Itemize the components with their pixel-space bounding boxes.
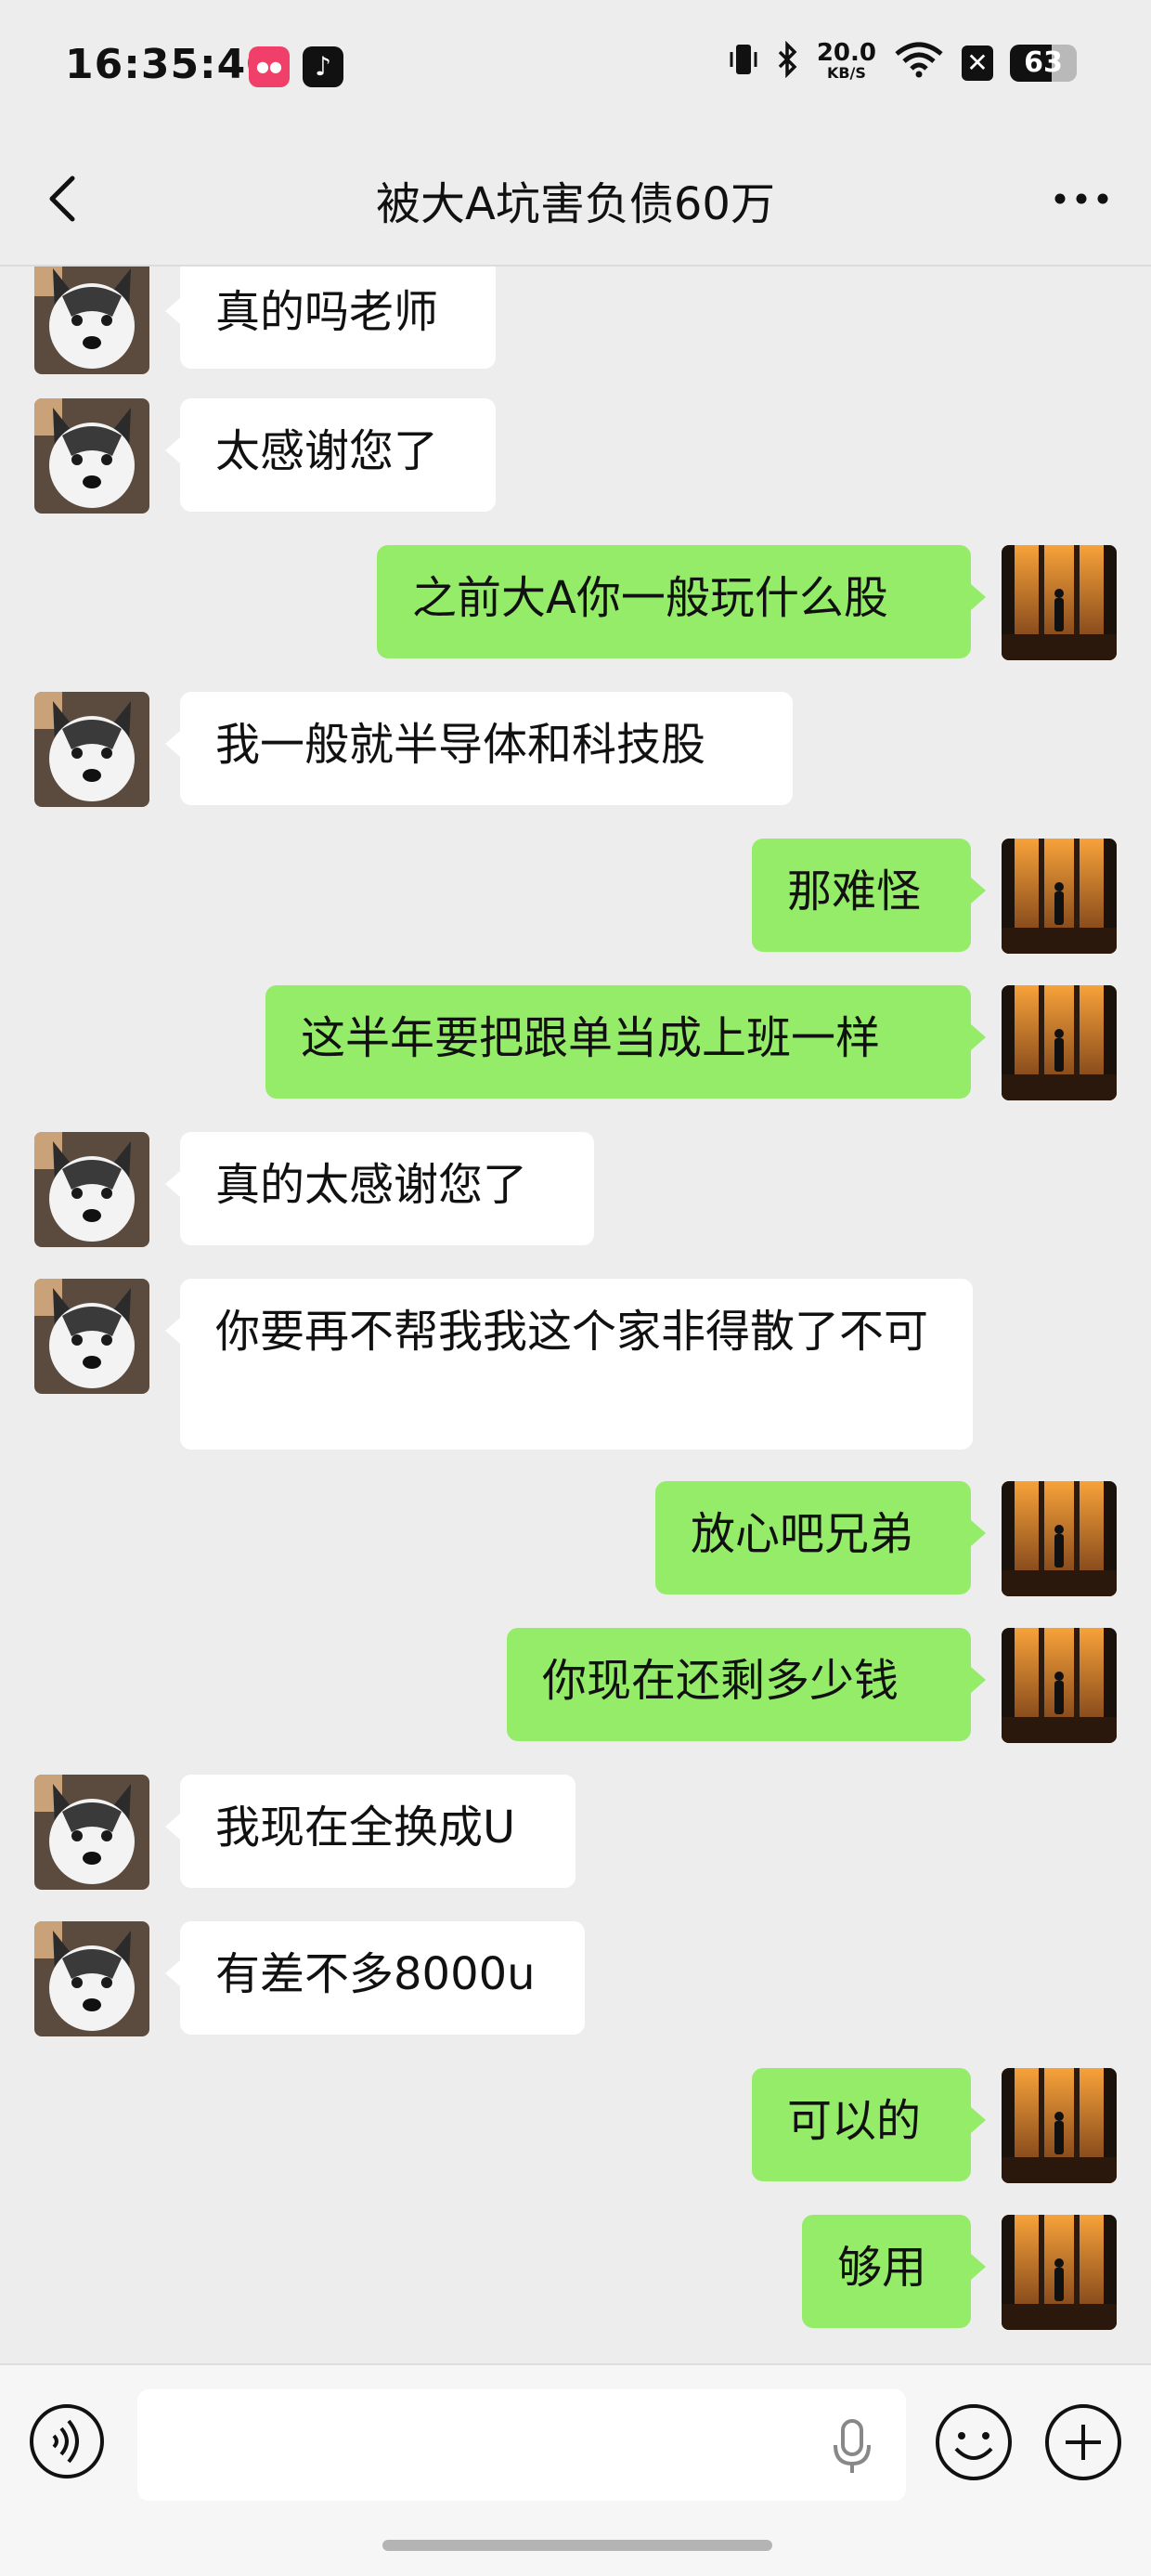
sent-message-bubble[interactable]: 够用 bbox=[802, 2215, 986, 2328]
vibrate-icon bbox=[728, 41, 759, 85]
message-row: 可以的 bbox=[0, 2068, 1151, 2183]
message-list[interactable]: 真的吗老师太感谢您了之前大A你一般玩什么股我一般就半导体和科技股那难怪这半年要把… bbox=[0, 267, 1151, 2363]
my-avatar[interactable] bbox=[1002, 1481, 1117, 1596]
no-sim-icon: ✕ bbox=[962, 46, 993, 81]
received-message-bubble[interactable]: 真的吗老师 bbox=[165, 267, 496, 369]
status-indicators: 20.0 KB/S ✕ 63 bbox=[728, 39, 1077, 85]
bluetooth-icon bbox=[776, 40, 800, 85]
message-row: 真的吗老师 bbox=[0, 267, 1151, 374]
message-row: 够用 bbox=[0, 2215, 1151, 2330]
tiktok-icon: ♪ bbox=[303, 46, 343, 87]
received-message-bubble[interactable]: 你要再不帮我我这个家非得散了不可 bbox=[165, 1279, 973, 1450]
my-avatar[interactable] bbox=[1002, 545, 1117, 660]
received-message-bubble[interactable]: 真的太感谢您了 bbox=[165, 1132, 594, 1245]
contact-avatar[interactable] bbox=[34, 1775, 149, 1890]
received-message-bubble[interactable]: 我现在全换成U bbox=[165, 1775, 576, 1888]
more-options-button[interactable] bbox=[1049, 173, 1114, 225]
sent-message-bubble[interactable]: 之前大A你一般玩什么股 bbox=[377, 545, 986, 658]
network-speed: 20.0 KB/S bbox=[816, 39, 876, 82]
voice-input-button[interactable] bbox=[28, 2402, 106, 2480]
message-row: 真的太感谢您了 bbox=[0, 1132, 1151, 1247]
my-avatar[interactable] bbox=[1002, 985, 1117, 1100]
message-row: 之前大A你一般玩什么股 bbox=[0, 545, 1151, 660]
home-indicator[interactable] bbox=[382, 2540, 772, 2551]
microphone-icon[interactable] bbox=[828, 2417, 876, 2477]
message-row: 那难怪 bbox=[0, 839, 1151, 954]
sent-message-bubble[interactable]: 可以的 bbox=[752, 2068, 986, 2181]
sent-message-bubble[interactable]: 那难怪 bbox=[752, 839, 986, 952]
notification-app-icon: ●● bbox=[249, 46, 290, 87]
contact-avatar[interactable] bbox=[34, 1921, 149, 2036]
message-input[interactable] bbox=[137, 2389, 906, 2501]
my-avatar[interactable] bbox=[1002, 2215, 1117, 2330]
message-row: 有差不多8000u bbox=[0, 1921, 1151, 2036]
sent-message-bubble[interactable]: 这半年要把跟单当成上班一样 bbox=[265, 985, 986, 1099]
contact-avatar[interactable] bbox=[34, 692, 149, 807]
chat-header: 被大A坑害负债60万 bbox=[0, 139, 1151, 267]
sent-message-bubble[interactable]: 你现在还剩多少钱 bbox=[507, 1628, 986, 1741]
my-avatar[interactable] bbox=[1002, 839, 1117, 954]
message-row: 我一般就半导体和科技股 bbox=[0, 692, 1151, 807]
status-time: 16:35:40 bbox=[65, 41, 276, 88]
emoji-button[interactable] bbox=[934, 2402, 1014, 2482]
contact-avatar[interactable] bbox=[34, 1279, 149, 1394]
my-avatar[interactable] bbox=[1002, 1628, 1117, 1743]
status-bar: 16:35:40 ●● ♪ 20.0 KB/S ✕ 63 bbox=[0, 0, 1151, 139]
message-row: 我现在全换成U bbox=[0, 1775, 1151, 1890]
wifi-icon bbox=[893, 41, 945, 85]
chat-title: 被大A坑害负债60万 bbox=[376, 178, 775, 230]
received-message-bubble[interactable]: 我一般就半导体和科技股 bbox=[165, 692, 793, 805]
received-message-bubble[interactable]: 太感谢您了 bbox=[165, 398, 496, 512]
message-row: 放心吧兄弟 bbox=[0, 1481, 1151, 1596]
add-attachment-button[interactable] bbox=[1043, 2402, 1123, 2482]
battery-level: 63 bbox=[1024, 46, 1063, 79]
message-row: 太感谢您了 bbox=[0, 398, 1151, 514]
contact-avatar[interactable] bbox=[34, 398, 149, 514]
my-avatar[interactable] bbox=[1002, 2068, 1117, 2183]
message-row: 这半年要把跟单当成上班一样 bbox=[0, 985, 1151, 1100]
message-row: 你现在还剩多少钱 bbox=[0, 1628, 1151, 1743]
battery-icon: 63 bbox=[1010, 45, 1077, 82]
sent-message-bubble[interactable]: 放心吧兄弟 bbox=[655, 1481, 986, 1594]
contact-avatar[interactable] bbox=[34, 1132, 149, 1247]
contact-avatar[interactable] bbox=[34, 267, 149, 374]
message-row: 你要再不帮我我这个家非得散了不可 bbox=[0, 1279, 1151, 1450]
received-message-bubble[interactable]: 有差不多8000u bbox=[165, 1921, 585, 2035]
